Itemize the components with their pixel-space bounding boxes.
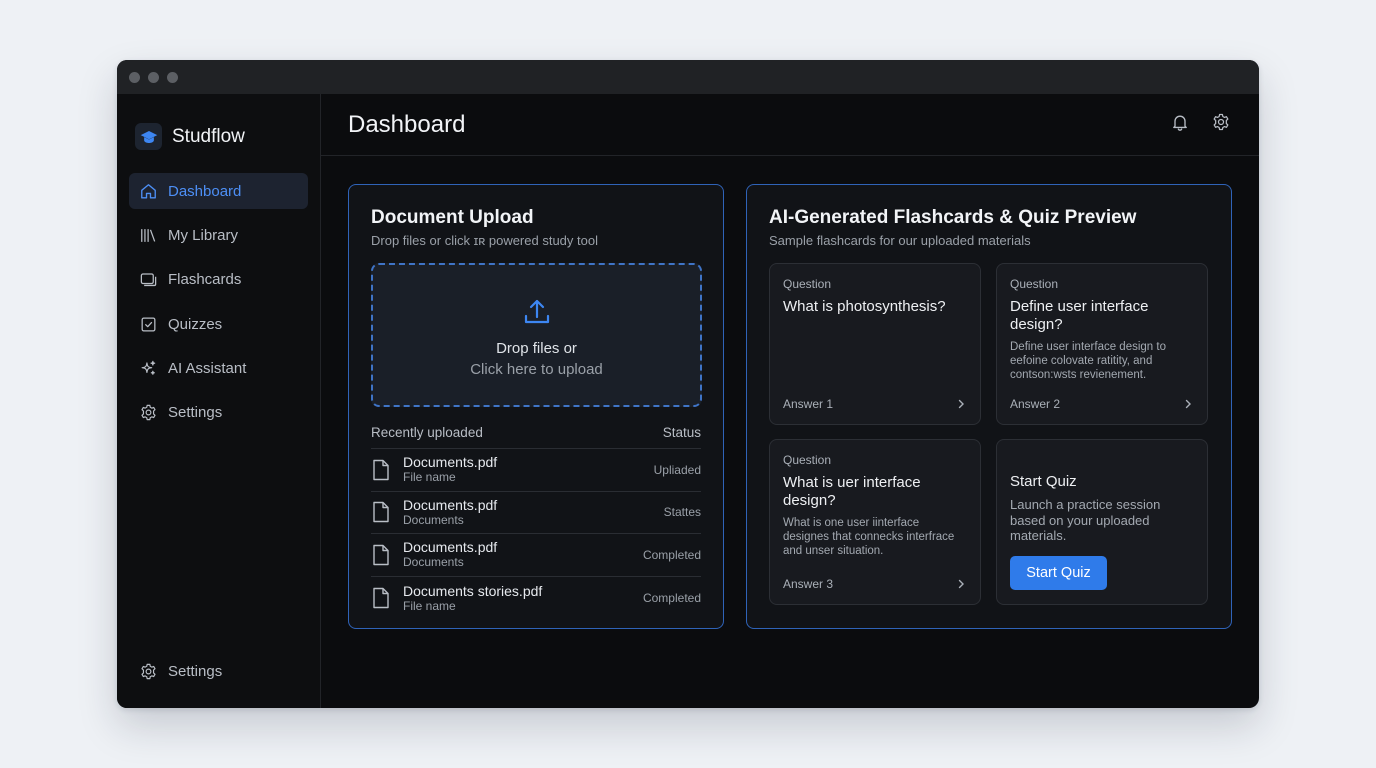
file-row[interactable]: Documents stories.pdf File name Complete… (371, 577, 701, 620)
file-subtitle: File name (403, 598, 456, 613)
quiz-card-title: Start Quiz (1010, 473, 1077, 490)
file-row[interactable]: Documents.pdf Documents Stattes (371, 492, 701, 535)
upload-panel-title: Document Upload (371, 207, 534, 228)
chevron-right-icon[interactable] (955, 398, 967, 410)
sidebar-item-settings-bottom[interactable]: Settings (129, 653, 308, 689)
document-upload-panel: Document Upload Drop files or click ɪʀ p… (348, 184, 724, 629)
library-icon (141, 229, 156, 242)
gear-icon (141, 663, 156, 679)
main-content: Dashboard Document Upload Drop files or … (321, 94, 1259, 708)
file-icon (373, 587, 389, 609)
window-titlebar (117, 60, 1259, 94)
app-window: Studflow Dashboard My Library Flashcards (117, 60, 1259, 708)
page-title: Dashboard (348, 110, 466, 138)
bell-icon[interactable] (1170, 112, 1190, 137)
file-status: Completed (642, 547, 701, 562)
flashcard-answer-label: Answer 2 (1010, 397, 1061, 411)
sidebar-item-flashcards[interactable]: Flashcards (129, 262, 308, 298)
start-quiz-button[interactable]: Start Quiz (1010, 556, 1107, 590)
gear-icon (141, 405, 156, 421)
flashcard-question: What is photosynthesis? (783, 298, 946, 315)
window-maximize-dot[interactable] (167, 71, 178, 83)
home-icon (141, 183, 156, 199)
flashcard-answer-label: Answer 3 (783, 577, 834, 591)
start-quiz-card: Start Quiz Launch a practice session bas… (996, 439, 1208, 605)
flashcard[interactable]: Question Define user interface design? D… (996, 263, 1208, 425)
flashcard-footer: Answer 2 (1010, 397, 1194, 411)
file-status: Stattes (663, 505, 701, 520)
sidebar-item-label: Settings (168, 404, 223, 422)
sidebar-item-quizzes[interactable]: Quizzes (129, 306, 308, 342)
graduation-cap-icon (135, 123, 162, 150)
chevron-right-icon[interactable] (955, 578, 967, 590)
flashcard-question: What is uer interface design? (783, 474, 921, 509)
flashcard[interactable]: Question What is photosynthesis? Answer … (769, 263, 981, 425)
sidebar-item-label: Flashcards (168, 271, 242, 289)
app-name: Studflow (172, 125, 245, 147)
window-close-dot[interactable] (129, 71, 140, 83)
brand[interactable]: Studflow (117, 94, 320, 160)
upload-panel-subtitle: Drop files or click ɪʀ powered study too… (371, 233, 598, 248)
flashcard-footer: Answer 3 (783, 577, 967, 591)
file-icon (373, 502, 389, 523)
file-subtitle: Documents (403, 555, 464, 570)
file-subtitle: File name (403, 470, 456, 485)
file-icon (373, 544, 389, 566)
topbar-actions (1170, 112, 1231, 137)
flashcard-label: Question (1010, 277, 1059, 291)
sidebar-item-my-library[interactable]: My Library (129, 217, 308, 253)
flashcard-label: Question (783, 277, 832, 291)
file-subtitle: Documents (403, 512, 464, 527)
sidebar-item-label: AI Assistant (168, 360, 247, 378)
gear-icon[interactable] (1211, 112, 1231, 137)
status-column-label: Status (662, 425, 701, 440)
sparkle-icon (141, 360, 156, 375)
recent-uploads-label: Recently uploaded (371, 425, 483, 440)
file-name: Documents.pdf (403, 539, 498, 556)
file-status: Completed (642, 591, 701, 606)
chevron-right-icon[interactable] (1182, 398, 1194, 410)
sidebar: Studflow Dashboard My Library Flashcards (117, 94, 321, 708)
sidebar-item-label: Quizzes (168, 315, 223, 333)
flashcards-panel-title: AI-Generated Flashcards & Quiz Preview (769, 207, 1137, 228)
sidebar-item-label: My Library (168, 226, 239, 244)
sidebar-bottom: Settings (129, 653, 308, 689)
flashcards-quiz-panel: AI-Generated Flashcards & Quiz Preview S… (746, 184, 1232, 629)
sidebar-item-label: Settings (168, 662, 223, 680)
checkbox-icon (141, 317, 156, 332)
file-icon (373, 459, 389, 480)
file-name: Documents.pdf (403, 496, 498, 513)
file-name: Documents stories.pdf (403, 582, 543, 599)
flashcard-footer: Answer 1 (783, 397, 967, 411)
recent-uploads-list: Documents.pdf File name Upliaded Documen… (371, 449, 701, 619)
sidebar-item-label: Dashboard (168, 182, 242, 200)
dropzone-secondary-text: Click here to upload (470, 361, 603, 378)
topbar: Dashboard (321, 94, 1259, 156)
sidebar-nav: Dashboard My Library Flashcards Quizzes … (117, 173, 320, 431)
flashcard-answer-text: Define user interface design to eefoine … (1010, 341, 1166, 381)
file-name: Documents.pdf (403, 454, 498, 471)
file-dropzone[interactable]: Drop files or Click here to upload (371, 263, 702, 407)
quiz-card-description: Launch a practice session based on your … (1010, 497, 1161, 543)
window-minimize-dot[interactable] (148, 71, 159, 83)
flashcard-label: Question (783, 453, 832, 467)
flashcard-answer-label: Answer 1 (783, 397, 834, 411)
flashcard-answer-text: What is one user iinterface designes tha… (783, 517, 955, 557)
file-row[interactable]: Documents.pdf File name Upliaded (371, 449, 701, 492)
recent-uploads-header: Recently uploaded Status (371, 425, 701, 449)
flashcards-icon (140, 273, 157, 287)
sidebar-item-settings[interactable]: Settings (129, 395, 308, 431)
flashcard[interactable]: Question What is uer interface design? W… (769, 439, 981, 605)
dropzone-primary-text: Drop files or (496, 340, 577, 357)
file-status: Upliaded (653, 462, 701, 477)
sidebar-item-dashboard[interactable]: Dashboard (129, 173, 308, 209)
flashcards-panel-subtitle: Sample flashcards for our uploaded mater… (769, 233, 1031, 248)
upload-icon (524, 299, 549, 324)
file-row[interactable]: Documents.pdf Documents Completed (371, 534, 701, 577)
flashcard-question: Define user interface design? (1010, 298, 1149, 333)
sidebar-item-ai-assistant[interactable]: AI Assistant (129, 351, 308, 387)
